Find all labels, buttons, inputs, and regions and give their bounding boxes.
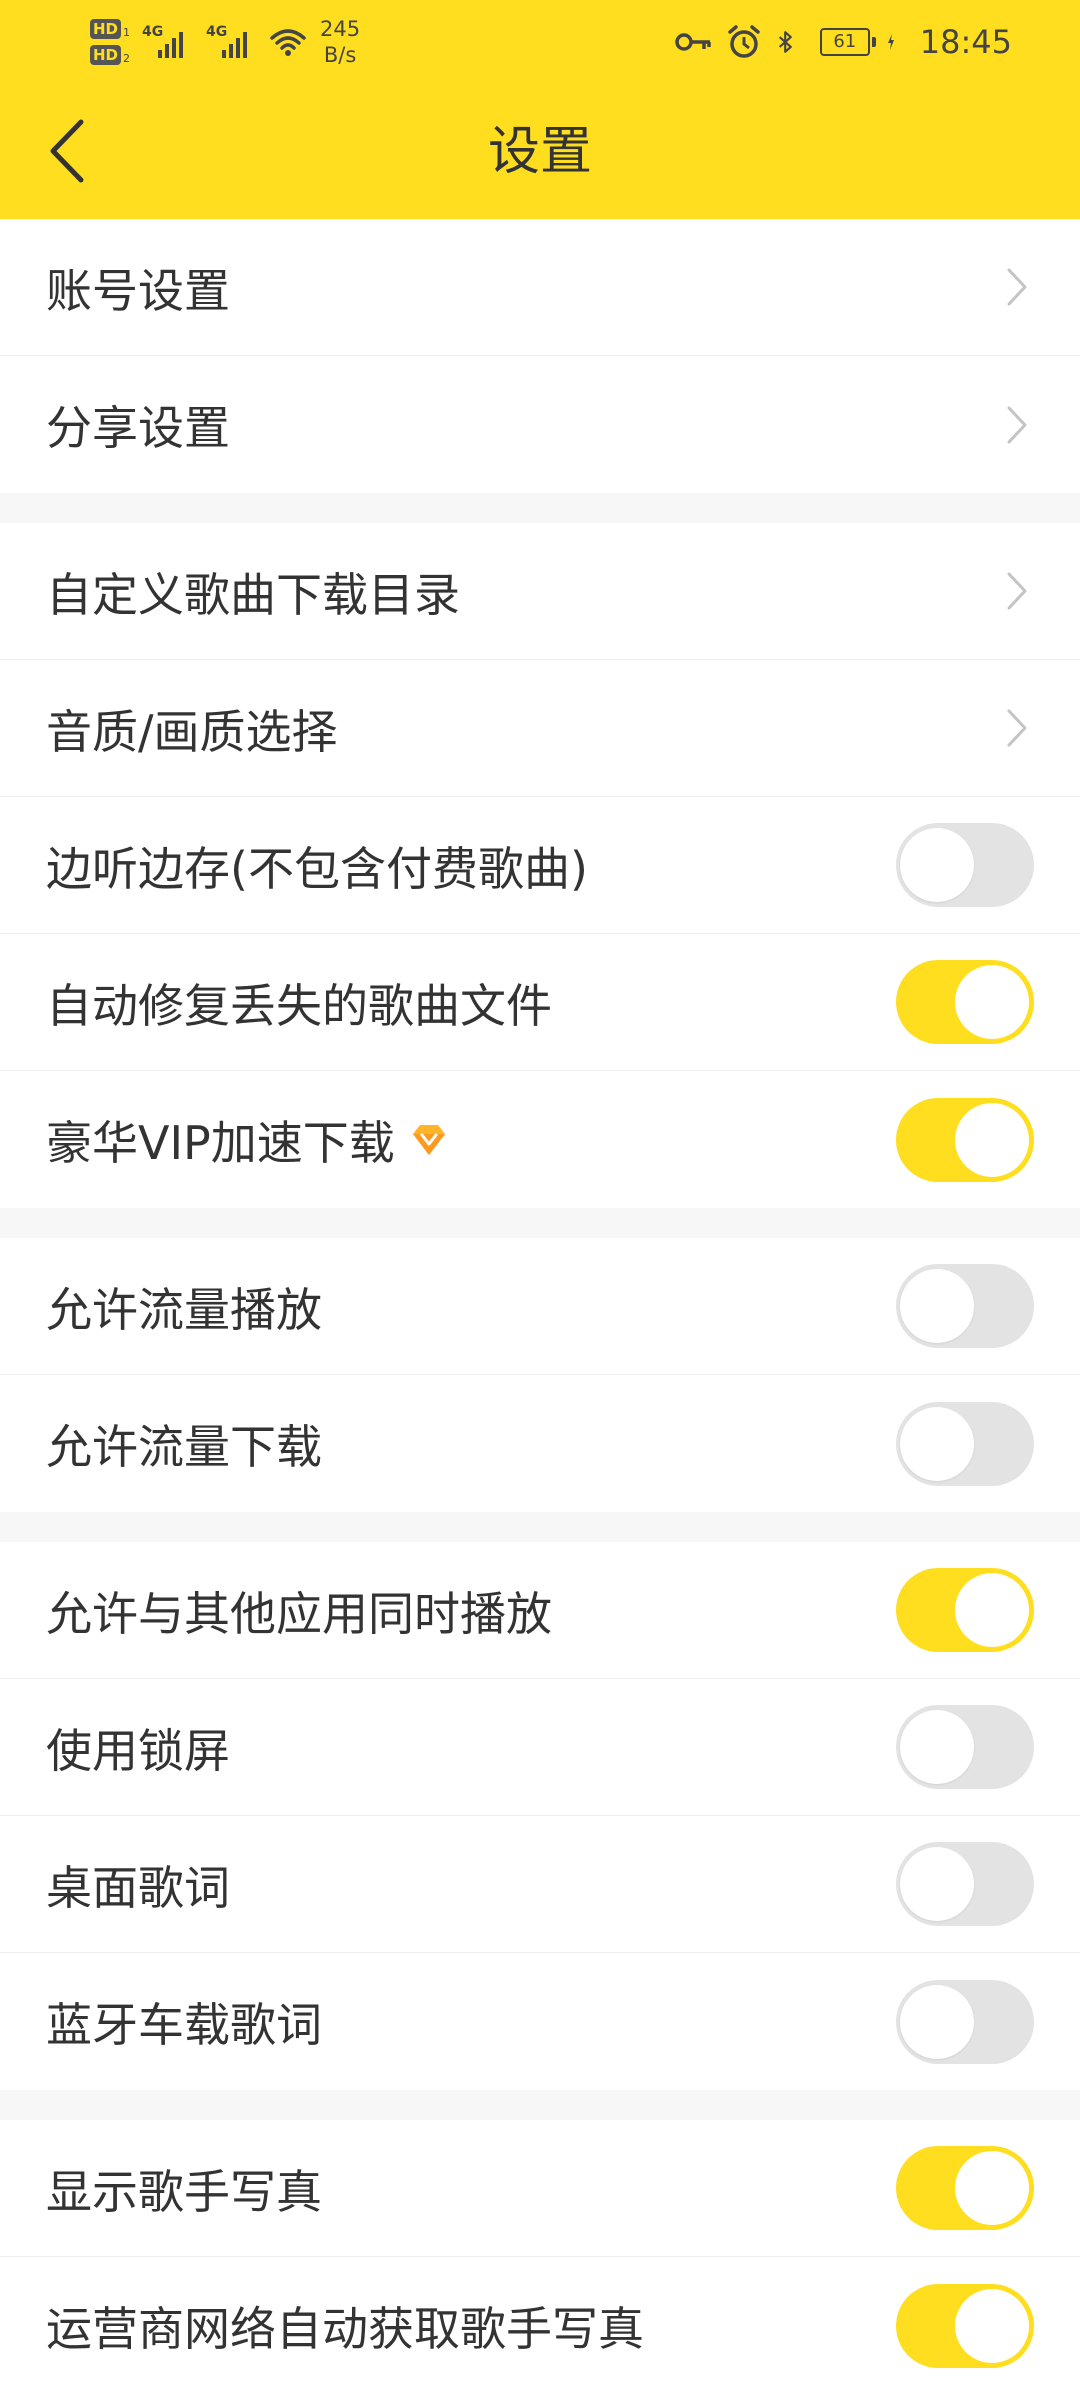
signal-2-icon: 4G bbox=[206, 20, 258, 64]
mobile-data-play-toggle[interactable] bbox=[896, 1264, 1034, 1348]
wifi-icon bbox=[270, 29, 306, 56]
settings-section-data: 允许流量播放 允许流量下载 bbox=[0, 1238, 1080, 1512]
carrier-artist-photo-toggle[interactable] bbox=[896, 2283, 1034, 2368]
signal-1-icon: 4G bbox=[142, 20, 194, 64]
setting-lock-screen: 使用锁屏 bbox=[0, 1679, 1080, 1816]
setting-account[interactable]: 账号设置 bbox=[0, 219, 1080, 356]
setting-label: 使用锁屏 bbox=[46, 1723, 230, 1778]
setting-auto-repair: 自动修复丢失的歌曲文件 bbox=[0, 934, 1080, 1071]
network-speed: 245 B/s bbox=[320, 17, 361, 67]
setting-label: 账号设置 bbox=[46, 263, 230, 318]
mix-with-others-toggle[interactable] bbox=[896, 1568, 1034, 1652]
vip-accelerate-toggle[interactable] bbox=[896, 1097, 1034, 1182]
settings-section-account: 账号设置 分享设置 bbox=[0, 219, 1080, 493]
setting-label: 蓝牙车载歌词 bbox=[46, 1997, 322, 2052]
setting-bluetooth-lyrics: 蓝牙车载歌词 bbox=[0, 1953, 1080, 2090]
setting-label: 桌面歌词 bbox=[46, 1860, 230, 1915]
key-icon bbox=[675, 33, 711, 51]
setting-label: 自动修复丢失的歌曲文件 bbox=[46, 978, 552, 1033]
setting-mix-with-others: 允许与其他应用同时播放 bbox=[0, 1542, 1080, 1679]
setting-mobile-data-play: 允许流量播放 bbox=[0, 1238, 1080, 1375]
setting-label: 豪华VIP加速下载 bbox=[46, 1071, 449, 1208]
setting-label: 允许流量下载 bbox=[46, 1419, 322, 1474]
alarm-icon bbox=[728, 25, 760, 58]
setting-carrier-artist-photo: 运营商网络自动获取歌手写真 bbox=[0, 2257, 1080, 2394]
setting-label: 分享设置 bbox=[46, 400, 230, 455]
settings-section-artist: 显示歌手写真 运营商网络自动获取歌手写真 bbox=[0, 2120, 1080, 2394]
desktop-lyrics-toggle[interactable] bbox=[896, 1842, 1034, 1926]
page-title: 设置 bbox=[487, 122, 592, 182]
bluetooth-lyrics-toggle[interactable] bbox=[896, 1979, 1034, 2064]
charging-icon bbox=[887, 34, 894, 50]
settings-list: 账号设置 分享设置 自定义歌曲下载目录 音质/画质选择 边听边存(不包含付费歌曲… bbox=[0, 219, 1080, 2394]
setting-vip-accelerate: 豪华VIP加速下载 bbox=[0, 1071, 1080, 1208]
setting-mobile-data-download: 允许流量下载 bbox=[0, 1375, 1080, 1512]
setting-quality[interactable]: 音质/画质选择 bbox=[0, 660, 1080, 797]
section-gap bbox=[0, 1208, 1080, 1238]
mobile-data-download-toggle[interactable] bbox=[896, 1401, 1034, 1486]
setting-label: 允许流量播放 bbox=[46, 1282, 322, 1337]
settings-section-playback: 允许与其他应用同时播放 使用锁屏 桌面歌词 蓝牙车载歌词 bbox=[0, 1542, 1080, 2090]
lock-screen-toggle[interactable] bbox=[896, 1705, 1034, 1789]
cache-while-listening-toggle[interactable] bbox=[896, 823, 1034, 907]
setting-download-directory[interactable]: 自定义歌曲下载目录 bbox=[0, 523, 1080, 660]
section-gap bbox=[0, 493, 1080, 523]
chevron-right-icon bbox=[1007, 406, 1027, 443]
section-gap bbox=[0, 1512, 1080, 1542]
setting-label: 允许与其他应用同时播放 bbox=[46, 1586, 552, 1641]
setting-label: 自定义歌曲下载目录 bbox=[46, 567, 460, 622]
settings-section-download: 自定义歌曲下载目录 音质/画质选择 边听边存(不包含付费歌曲) 自动修复丢失的歌… bbox=[0, 523, 1080, 1208]
chevron-right-icon bbox=[1007, 572, 1027, 610]
status-bar: HD 1 HD 2 4G 4G 245 B/s 61 18:45 bbox=[0, 0, 1080, 84]
setting-label: 音质/画质选择 bbox=[46, 704, 338, 759]
setting-cache-while-listening: 边听边存(不包含付费歌曲) bbox=[0, 797, 1080, 934]
setting-label: 边听边存(不包含付费歌曲) bbox=[46, 841, 588, 896]
setting-label: 运营商网络自动获取歌手写真 bbox=[46, 2301, 644, 2356]
hd2-badge: HD 2 bbox=[90, 45, 130, 65]
vip-diamond-icon bbox=[412, 1124, 445, 1155]
setting-share[interactable]: 分享设置 bbox=[0, 356, 1080, 493]
auto-repair-toggle[interactable] bbox=[896, 960, 1034, 1044]
bluetooth-icon bbox=[778, 31, 792, 53]
chevron-right-icon bbox=[1007, 709, 1027, 747]
setting-artist-photo: 显示歌手写真 bbox=[0, 2120, 1080, 2257]
setting-desktop-lyrics: 桌面歌词 bbox=[0, 1816, 1080, 1953]
setting-label: 显示歌手写真 bbox=[46, 2164, 322, 2219]
header-bar: HD 1 HD 2 4G 4G 245 B/s 61 18:45 设置 bbox=[0, 0, 1080, 219]
clock: 18:45 bbox=[919, 23, 1012, 61]
section-gap bbox=[0, 2090, 1080, 2120]
chevron-right-icon bbox=[1007, 268, 1027, 306]
artist-photo-toggle[interactable] bbox=[896, 2146, 1034, 2230]
battery-indicator: 61 bbox=[819, 28, 876, 56]
hd1-badge: HD 1 bbox=[90, 19, 130, 39]
